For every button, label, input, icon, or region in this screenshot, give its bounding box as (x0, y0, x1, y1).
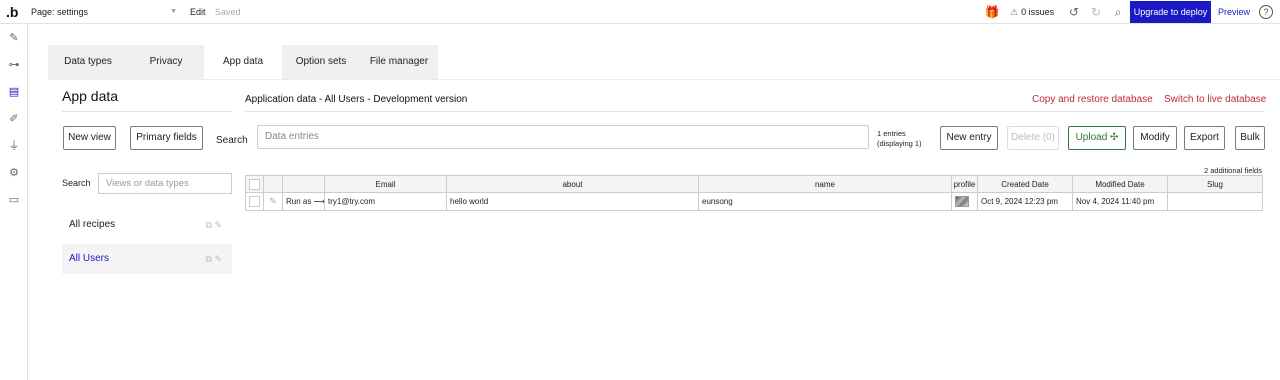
column-header-profile[interactable]: profile (952, 176, 978, 193)
upload-label: Upload (1075, 132, 1108, 143)
saved-status: Saved (215, 7, 241, 17)
preview-link[interactable]: Preview (1218, 4, 1250, 20)
panel-title: App data (62, 88, 119, 104)
bulk-button[interactable]: Bulk (1235, 126, 1265, 150)
copy-icon[interactable]: ⧉ (206, 220, 212, 230)
workflow-icon[interactable]: ⊶ (6, 57, 22, 73)
settings-icon[interactable]: ⚙ (6, 165, 22, 181)
upload-button[interactable]: Upload ✣ (1068, 126, 1126, 150)
entries-count-line: 1 entries (877, 129, 906, 138)
issues-indicator[interactable]: ⚠ 0 issues (1010, 4, 1054, 20)
select-all-cell (246, 176, 264, 193)
cell-email: try1@try.com (325, 193, 447, 210)
cell-name: eunsong (699, 193, 952, 210)
modify-button[interactable]: Modify (1133, 126, 1177, 150)
header-run-as-cell (283, 176, 325, 193)
data-table: Email about name profile Created Date Mo… (245, 175, 1263, 211)
gift-icon[interactable]: 🎁 (984, 4, 1000, 20)
panel-title-divider (62, 111, 232, 112)
upload-icon: ✣ (1110, 132, 1119, 143)
primary-fields-button[interactable]: Primary fields (130, 126, 203, 150)
pencil-icon[interactable]: ✎ (214, 254, 222, 264)
column-header-created-date[interactable]: Created Date (978, 176, 1073, 193)
additional-fields-link[interactable]: 2 additional fields (1204, 166, 1262, 175)
styles-icon[interactable]: ✐ (6, 111, 22, 127)
column-header-about[interactable]: about (447, 176, 699, 193)
copy-icon[interactable]: ⧉ (206, 254, 212, 264)
run-as-link[interactable]: Run as ⟶ (283, 193, 325, 210)
copy-restore-link[interactable]: Copy and restore database (1032, 94, 1153, 105)
column-header-modified-date[interactable]: Modified Date (1073, 176, 1168, 193)
tab-file-manager[interactable]: File manager (360, 45, 438, 79)
column-header-name[interactable]: name (699, 176, 952, 193)
entries-count: 1 entries (displaying 1) (877, 129, 922, 149)
main-title-divider (245, 111, 1265, 112)
top-bar: .b Page: settings ▼ Edit Saved 🎁 ⚠ 0 issu… (0, 0, 1280, 24)
new-entry-button[interactable]: New entry (940, 126, 998, 150)
entries-displaying-line: (displaying 1) (877, 139, 922, 148)
cell-about: hello world (447, 193, 699, 210)
table-header: Email about name profile Created Date Mo… (246, 176, 1262, 193)
help-icon[interactable]: ? (1259, 5, 1273, 19)
undo-icon[interactable]: ↺ (1066, 4, 1082, 20)
logs-icon[interactable]: ▭ (6, 192, 22, 208)
select-all-checkbox[interactable] (249, 179, 260, 190)
tab-option-sets[interactable]: Option sets (282, 45, 360, 79)
sidebar-item-label: All Users (69, 253, 110, 264)
cell-created-date: Oct 9, 2024 12:23 pm (978, 193, 1073, 210)
pencil-icon[interactable]: ✎ (264, 193, 283, 210)
views-search-input[interactable]: Views or data types (98, 173, 232, 194)
main-title: Application data - All Users - Developme… (245, 94, 468, 105)
plugins-icon[interactable]: ⏚ (6, 138, 22, 154)
search-label: Search (216, 135, 248, 146)
tab-app-data[interactable]: App data (204, 45, 282, 79)
column-header-email[interactable]: Email (325, 176, 447, 193)
edit-menu[interactable]: Edit (190, 4, 206, 20)
upgrade-to-deploy-button[interactable]: Upgrade to deploy (1130, 1, 1211, 23)
cell-slug (1168, 193, 1262, 210)
cell-profile (952, 193, 978, 210)
delete-button[interactable]: Delete (0) (1007, 126, 1059, 150)
data-entries-search-input[interactable]: Data entries (257, 125, 869, 149)
export-button[interactable]: Export (1184, 126, 1225, 150)
tab-privacy[interactable]: Privacy (128, 45, 204, 79)
sidebar-item-label: All recipes (69, 219, 116, 230)
issues-count: 0 issues (1021, 7, 1055, 17)
table-row[interactable]: ✎ Run as ⟶ try1@try.com hello world euns… (246, 193, 1262, 210)
page-select-label: Page: settings (31, 7, 89, 17)
pencil-icon[interactable]: ✎ (214, 220, 222, 230)
row-select-cell (246, 193, 264, 210)
cell-modified-date: Nov 4, 2024 11:40 pm (1073, 193, 1168, 210)
redo-icon[interactable]: ↻ (1088, 4, 1104, 20)
tabs-divider (48, 79, 1280, 80)
row-checkbox[interactable] (249, 196, 260, 207)
bubble-logo[interactable]: .b (6, 3, 22, 21)
sidebar-item-all-users[interactable]: All Users ⧉ ✎ (62, 244, 232, 274)
chevron-down-icon: ▼ (170, 8, 177, 15)
tab-data-types[interactable]: Data types (48, 45, 128, 79)
page-select[interactable]: Page: settings ▼ (27, 4, 179, 20)
data-icon[interactable]: ▤ (6, 84, 22, 100)
design-icon[interactable]: ✎ (6, 30, 22, 46)
switch-live-link[interactable]: Switch to live database (1164, 94, 1266, 105)
sidebar-search-label: Search (62, 178, 91, 188)
left-rail: ✎ ⊶ ▤ ✐ ⏚ ⚙ ▭ (0, 24, 28, 380)
profile-thumbnail[interactable] (955, 196, 969, 207)
column-header-slug[interactable]: Slug (1168, 176, 1262, 193)
search-icon[interactable]: ⌕ (1110, 4, 1126, 20)
new-view-button[interactable]: New view (63, 126, 116, 150)
warning-icon: ⚠ (1010, 7, 1019, 17)
header-edit-cell (264, 176, 283, 193)
sidebar-item-all-recipes[interactable]: All recipes ⧉ ✎ (62, 210, 232, 240)
